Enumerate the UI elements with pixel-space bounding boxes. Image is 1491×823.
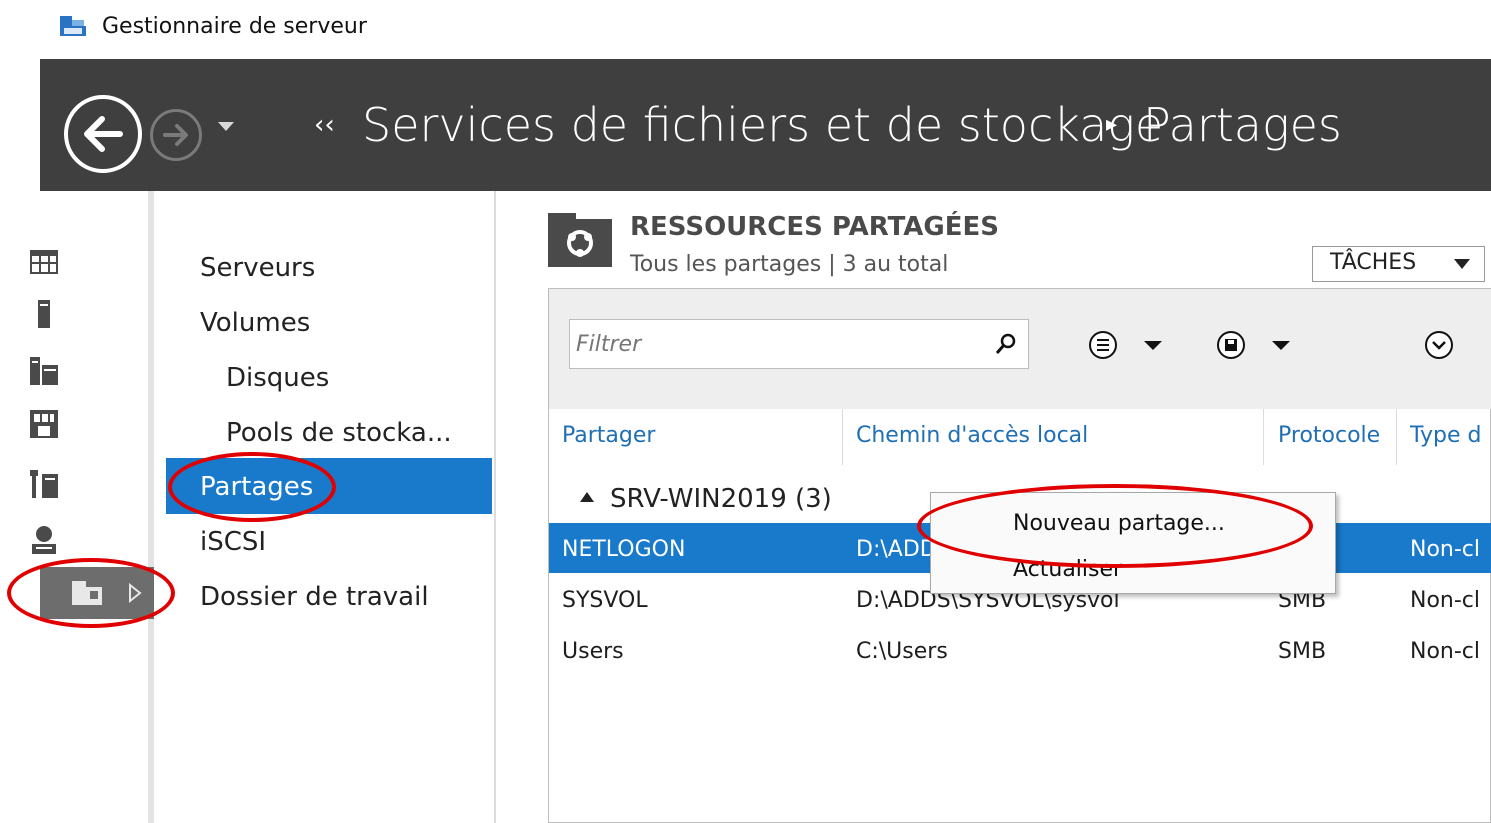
title-bar: Gestionnaire de serveur <box>0 0 1491 58</box>
save-query-button[interactable] <box>1214 330 1294 360</box>
breadcrumb-separator-icon: ▸ <box>1106 112 1118 137</box>
tasks-label: TÂCHES <box>1330 250 1417 275</box>
submenu-item-storage-pools[interactable]: Pools de stocka... <box>226 418 452 448</box>
breadcrumb-shares[interactable]: Partages <box>1143 98 1342 152</box>
chevron-down-icon <box>1454 259 1470 269</box>
tools-icon[interactable] <box>28 468 60 500</box>
view-options-button[interactable] <box>1086 330 1166 360</box>
submenu-item-work-folders[interactable]: Dossier de travail <box>200 582 429 612</box>
search-icon[interactable] <box>994 332 1018 356</box>
file-storage-icon <box>72 581 102 605</box>
column-header-type[interactable]: Type d <box>1410 423 1482 448</box>
column-divider <box>1396 409 1397 465</box>
server-group-label: SRV-WIN2019 (3) <box>610 484 832 514</box>
arrow-right-icon <box>163 124 188 146</box>
breadcrumb-file-storage[interactable]: Services de fichiers et de stockage <box>362 98 1163 152</box>
submenu-item-shares[interactable]: Partages <box>200 472 313 502</box>
breadcrumb-overflow-icon[interactable]: ‹‹ <box>314 110 335 140</box>
share-name-cell: NETLOGON <box>562 537 686 562</box>
column-divider <box>842 409 843 465</box>
column-header-local-path[interactable]: Chemin d'accès local <box>856 423 1088 448</box>
column-header-protocol[interactable]: Protocole <box>1278 423 1380 448</box>
submenu-item-servers[interactable]: Serveurs <box>200 253 315 283</box>
local-path-cell: C:\Users <box>856 639 948 664</box>
protocol-cell: SMB <box>1278 639 1327 664</box>
submenu-item-disks[interactable]: Disques <box>226 363 329 393</box>
icon-rail <box>40 191 154 823</box>
submenu-item-iscsi[interactable]: iSCSI <box>200 527 266 557</box>
submenu-item-volumes[interactable]: Volumes <box>200 308 310 338</box>
expand-arrow-icon <box>129 583 142 603</box>
type-cell: Non-cl <box>1410 588 1481 613</box>
arrow-left-icon <box>84 116 123 152</box>
table-row[interactable]: Users C:\Users SMB Non-cl <box>549 625 1491 675</box>
column-divider <box>1263 409 1264 465</box>
server-group-row[interactable]: SRV-WIN2019 (3) <box>580 484 832 514</box>
type-cell: Non-cl <box>1410 537 1481 562</box>
filter-field[interactable] <box>569 319 1029 369</box>
tasks-button[interactable]: TÂCHES <box>1312 246 1485 282</box>
file-storage-rail-item[interactable] <box>40 567 154 619</box>
collapse-triangle-icon <box>580 491 594 502</box>
forward-button[interactable] <box>150 109 202 161</box>
local-path-cell: D:\ADD <box>856 537 937 562</box>
share-name-cell: SYSVOL <box>562 588 648 613</box>
type-cell: Non-cl <box>1410 639 1481 664</box>
filter-input[interactable] <box>576 328 976 360</box>
dns-icon[interactable] <box>28 524 60 556</box>
section-title: RESSOURCES PARTAGÉES <box>630 212 999 242</box>
back-button[interactable] <box>64 95 142 173</box>
share-name-cell: Users <box>562 639 624 664</box>
dashboard-icon[interactable] <box>28 246 60 278</box>
section-subtitle: Tous les partages | 3 au total <box>630 252 949 277</box>
history-dropdown-icon[interactable] <box>214 116 238 136</box>
server-manager-icon <box>60 16 86 36</box>
local-server-icon[interactable] <box>28 298 60 330</box>
context-item-refresh[interactable]: Actualiser <box>1013 557 1122 582</box>
context-menu: Nouveau partage... Actualiser <box>930 492 1336 594</box>
shared-folder-icon <box>548 213 612 267</box>
context-item-new-share[interactable]: Nouveau partage... <box>1013 511 1225 536</box>
window-title: Gestionnaire de serveur <box>102 14 367 39</box>
ad-ds-icon[interactable] <box>28 408 60 440</box>
column-header-share[interactable]: Partager <box>562 423 655 448</box>
all-servers-icon[interactable] <box>28 355 60 387</box>
expand-toolbar-button[interactable] <box>1422 330 1456 360</box>
